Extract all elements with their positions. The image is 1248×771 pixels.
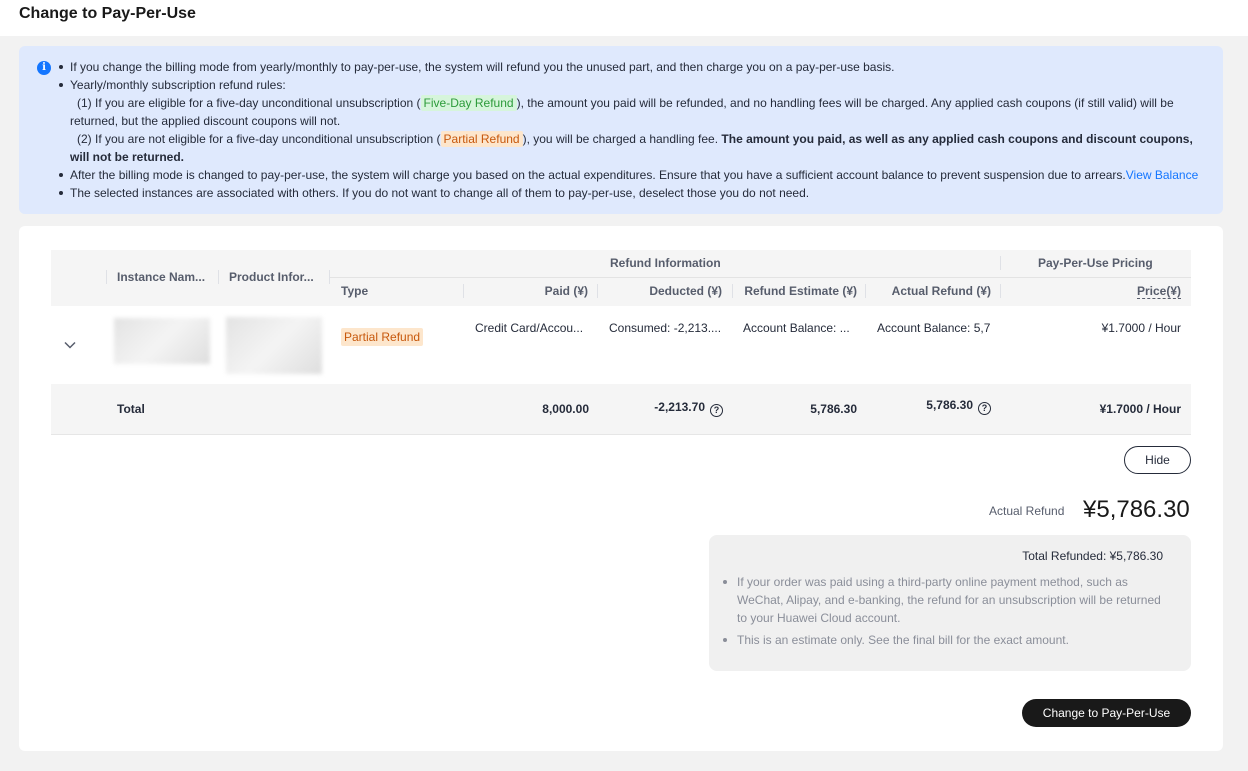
refund-rule-2: (2) If you are not eligible for a five-d… [77, 130, 1193, 148]
question-circle-icon[interactable]: ? [978, 402, 991, 415]
rule2-bold-cont: will not be returned. [70, 150, 185, 164]
column-separator [1000, 256, 1001, 270]
column-separator [106, 270, 107, 284]
header-deducted: Deducted (¥) [649, 284, 722, 298]
column-separator [865, 284, 866, 298]
table-bottom-border [51, 434, 1191, 435]
total-actual-refund: 5,786.30? [926, 398, 991, 415]
info-line-3-text: After the billing mode is changed to pay… [70, 168, 1126, 182]
view-balance-link[interactable]: View Balance [1126, 168, 1199, 182]
column-separator [1000, 284, 1001, 298]
actual-refund-cell: Account Balance: 5,7 [877, 321, 991, 335]
type-cell: Partial Refund [341, 328, 424, 346]
rule2-pre: (2) If you are not eligible for a five-d… [77, 132, 441, 146]
header-product-information[interactable]: Product Infor... [229, 270, 314, 284]
total-actual-refund-value: 5,786.30 [926, 398, 973, 412]
header-instance-name[interactable]: Instance Nam... [117, 270, 205, 284]
refund-note-1-line-2: WeChat, Alipay, and e-banking, the refun… [737, 593, 1161, 607]
info-notice: i If you change the billing mode from ye… [19, 46, 1223, 214]
total-paid: 8,000.00 [542, 402, 589, 416]
change-to-pay-per-use-button[interactable]: Change to Pay-Per-Use [1022, 699, 1191, 727]
total-label: Total [117, 402, 145, 416]
refund-detail-panel: Total Refunded: ¥5,786.30 If your order … [709, 535, 1191, 671]
total-row: Total 8,000.00 -2,213.70? 5,786.30 5,786… [51, 384, 1191, 434]
question-circle-icon[interactable]: ? [710, 404, 723, 417]
actual-refund-amount: ¥5,786.30 [1083, 496, 1190, 523]
refund-rule-2-cont: will not be returned. [70, 148, 184, 166]
partial-refund-tag: Partial Refund [341, 328, 424, 346]
column-separator [597, 284, 598, 298]
column-separator [329, 270, 330, 284]
top-bar: Change to Pay-Per-Use [0, 0, 1248, 36]
rule2-bold: The amount you paid, as well as any appl… [721, 132, 1193, 146]
price-cell: ¥1.7000 / Hour [1101, 321, 1181, 335]
table-header: Refund Information Pay-Per-Use Pricing I… [51, 250, 1191, 306]
header-type: Type [341, 284, 369, 298]
refund-estimate-cell: Account Balance: ... [743, 321, 850, 335]
header-paid: Paid (¥) [544, 284, 588, 298]
hide-button[interactable]: Hide [1124, 446, 1191, 474]
column-separator [463, 284, 464, 298]
header-price[interactable]: Price(¥) [1136, 284, 1181, 299]
total-refund-estimate: 5,786.30 [810, 402, 857, 416]
five-day-refund-tag: Five-Day Refund [420, 95, 517, 111]
info-line-3: After the billing mode is changed to pay… [58, 166, 1199, 184]
info-icon: i [37, 61, 51, 75]
rule1-post: ), the amount you paid will be refunded,… [516, 96, 1174, 110]
info-line-1: If you change the billing mode from year… [58, 60, 895, 74]
total-price: ¥1.7000 / Hour [1099, 402, 1181, 416]
deducted-cell: Consumed: -2,213.... [609, 321, 722, 335]
refund-note-1-line-1: If your order was paid using a third-par… [737, 575, 1128, 589]
column-separator [218, 270, 219, 284]
group-refund-information: Refund Information [610, 256, 721, 270]
refund-rule-1-cont: returned, but the applied discount coupo… [70, 114, 341, 128]
info-line-2: Yearly/monthly subscription refund rules… [59, 78, 286, 92]
total-refunded: Total Refunded: ¥5,786.30 [1022, 549, 1163, 563]
group-divider [329, 277, 1191, 278]
refund-note-2: This is an estimate only. See the final … [723, 633, 1069, 647]
header-refund-estimate: Refund Estimate (¥) [744, 284, 857, 298]
chevron-down-icon[interactable] [63, 338, 77, 352]
product-info-redacted [226, 317, 322, 374]
info-line-4: The selected instances are associated wi… [58, 186, 810, 200]
partial-refund-tag: Partial Refund [440, 131, 523, 147]
refund-card: Refund Information Pay-Per-Use Pricing I… [19, 226, 1223, 751]
rule1-pre: (1) If you are eligible for a five-day u… [77, 96, 421, 110]
actual-refund-label: Actual Refund [989, 504, 1065, 518]
rule2-post: ), you will be charged a handling fee. [522, 132, 719, 146]
instance-name-redacted [114, 318, 210, 364]
refund-note-1-line-3: to your Huawei Cloud account. [737, 611, 901, 625]
refund-note-1: If your order was paid using a third-par… [723, 573, 1161, 627]
paid-cell: Credit Card/Accou... [475, 321, 584, 335]
total-deducted-value: -2,213.70 [654, 400, 705, 414]
column-separator [732, 284, 733, 298]
refund-rule-1: (1) If you are eligible for a five-day u… [77, 94, 1174, 112]
header-actual-refund: Actual Refund (¥) [891, 284, 991, 298]
total-deducted: -2,213.70? [654, 400, 723, 417]
group-pay-per-use-pricing: Pay-Per-Use Pricing [1038, 256, 1153, 270]
page-title: Change to Pay-Per-Use [19, 5, 196, 22]
